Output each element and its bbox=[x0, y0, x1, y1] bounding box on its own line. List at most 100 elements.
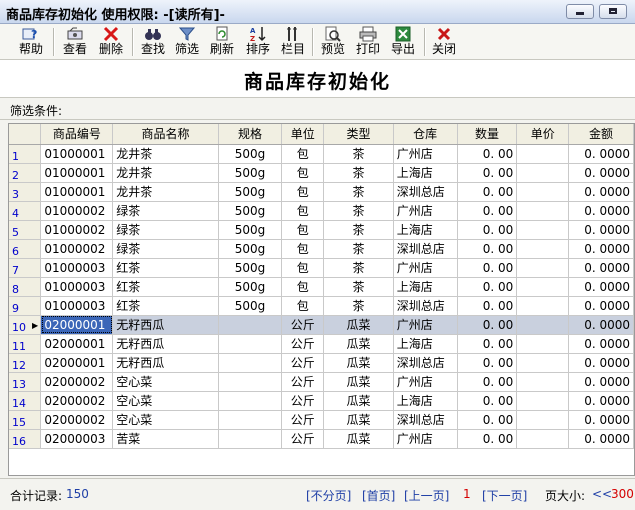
cell-code[interactable]: 01000001 bbox=[40, 182, 114, 202]
cell-store[interactable]: 上海店 bbox=[393, 220, 458, 240]
row-number[interactable]: 11 bbox=[9, 334, 42, 354]
cell-qty[interactable]: 0. 00 bbox=[457, 220, 518, 240]
cell-name[interactable]: 红茶 bbox=[112, 296, 219, 316]
cell-spec[interactable] bbox=[218, 429, 283, 449]
cell-qty[interactable]: 0. 00 bbox=[457, 144, 518, 164]
cell-spec[interactable]: 500g bbox=[218, 239, 283, 259]
cell-code[interactable]: 02000003 bbox=[40, 429, 114, 449]
table-row[interactable]: 16 02000003 苦菜 公斤 瓜菜 广州店 0. 00 0. 0000 bbox=[9, 429, 634, 449]
cell-store[interactable]: 上海店 bbox=[393, 391, 458, 411]
cell-type[interactable]: 茶 bbox=[323, 277, 394, 297]
cell-qty[interactable]: 0. 00 bbox=[457, 315, 518, 335]
cell-amount[interactable]: 0. 0000 bbox=[568, 277, 634, 297]
cell-unit[interactable]: 公斤 bbox=[281, 391, 325, 411]
cell-amount[interactable]: 0. 0000 bbox=[568, 239, 634, 259]
cell-price[interactable] bbox=[516, 315, 570, 335]
cell-type[interactable]: 瓜菜 bbox=[323, 353, 394, 373]
cell-amount[interactable]: 0. 0000 bbox=[568, 144, 634, 164]
cell-amount[interactable]: 0. 0000 bbox=[568, 391, 634, 411]
column-header-price[interactable]: 单价 bbox=[516, 124, 570, 145]
cell-spec[interactable]: 500g bbox=[218, 163, 283, 183]
cell-store[interactable]: 上海店 bbox=[393, 334, 458, 354]
table-row[interactable]: 12 02000001 无籽西瓜 公斤 瓜菜 深圳总店 0. 00 0. 0000 bbox=[9, 353, 634, 373]
cell-qty[interactable]: 0. 00 bbox=[457, 182, 518, 202]
cell-name[interactable]: 龙井茶 bbox=[112, 182, 219, 202]
prev-page-link[interactable]: [上一页] bbox=[404, 487, 449, 504]
cell-name[interactable]: 空心菜 bbox=[112, 372, 219, 392]
cell-amount[interactable]: 0. 0000 bbox=[568, 372, 634, 392]
refresh-button[interactable]: 刷新 bbox=[206, 26, 238, 58]
cell-code[interactable]: 02000001 bbox=[40, 334, 114, 354]
table-row[interactable]: 4 01000002 绿茶 500g 包茶广州店 0. 00 0. 0000 bbox=[9, 201, 634, 221]
cell-code[interactable]: 01000002 bbox=[40, 201, 114, 221]
row-number[interactable]: 16 bbox=[9, 429, 42, 449]
table-row[interactable]: 2 01000001 龙井茶 500g 包茶上海店 0. 00 0. 0000 bbox=[9, 163, 634, 183]
cell-type[interactable]: 瓜菜 bbox=[323, 372, 394, 392]
sort-button[interactable]: AZ 排序 bbox=[242, 26, 274, 58]
find-button[interactable]: 查找 bbox=[137, 26, 169, 58]
cell-type[interactable]: 瓜菜 bbox=[323, 315, 394, 335]
column-header-qty[interactable]: 数量 bbox=[457, 124, 518, 145]
next-page-link[interactable]: [下一页] bbox=[482, 487, 527, 504]
cell-unit[interactable]: 公斤 bbox=[281, 334, 325, 354]
cell-amount[interactable]: 0. 0000 bbox=[568, 201, 634, 221]
cell-spec[interactable]: 500g bbox=[218, 201, 283, 221]
cell-unit[interactable]: 公斤 bbox=[281, 429, 325, 449]
column-header-amount[interactable]: 金额 bbox=[568, 124, 634, 145]
cell-qty[interactable]: 0. 00 bbox=[457, 277, 518, 297]
cell-name[interactable]: 无籽西瓜 bbox=[112, 334, 219, 354]
cell-spec[interactable] bbox=[218, 410, 283, 430]
cell-code[interactable]: 02000002 bbox=[40, 391, 114, 411]
table-row[interactable]: 8 01000003 红茶 500g 包茶上海店 0. 00 0. 0000 bbox=[9, 277, 634, 297]
cell-price[interactable] bbox=[516, 334, 570, 354]
maximize-button[interactable] bbox=[599, 4, 627, 19]
cell-spec[interactable] bbox=[218, 315, 283, 335]
columns-button[interactable]: 栏目 bbox=[277, 26, 309, 58]
column-header-unit[interactable]: 单位 bbox=[281, 124, 325, 145]
column-header-type[interactable]: 类型 bbox=[323, 124, 394, 145]
table-row[interactable]: 14 02000002 空心菜 公斤 瓜菜 上海店 0. 00 0. 0000 bbox=[9, 391, 634, 411]
row-number[interactable]: 3 bbox=[9, 182, 42, 202]
row-number[interactable]: 1 bbox=[9, 144, 42, 164]
cell-amount[interactable]: 0. 0000 bbox=[568, 429, 634, 449]
page-size-decrease[interactable]: << bbox=[592, 487, 612, 501]
cell-type[interactable]: 茶 bbox=[323, 163, 394, 183]
cell-amount[interactable]: 0. 0000 bbox=[568, 220, 634, 240]
cell-type[interactable]: 茶 bbox=[323, 220, 394, 240]
cell-name[interactable]: 无籽西瓜 bbox=[112, 353, 219, 373]
cell-name[interactable]: 红茶 bbox=[112, 277, 219, 297]
preview-button[interactable]: 预览 bbox=[317, 26, 349, 58]
cell-price[interactable] bbox=[516, 182, 570, 202]
cell-amount[interactable]: 0. 0000 bbox=[568, 163, 634, 183]
row-number[interactable]: 7 bbox=[9, 258, 42, 278]
cell-spec[interactable]: 500g bbox=[218, 182, 283, 202]
cell-spec[interactable] bbox=[218, 391, 283, 411]
cell-store[interactable]: 深圳总店 bbox=[393, 410, 458, 430]
column-header-spec[interactable]: 规格 bbox=[218, 124, 283, 145]
table-row[interactable]: 6 01000002 绿茶 500g 包茶深圳总店 0. 00 0. 0000 bbox=[9, 239, 634, 259]
delete-button[interactable]: 删除 bbox=[95, 26, 127, 58]
cell-code[interactable]: 02000002 bbox=[40, 372, 114, 392]
cell-spec[interactable] bbox=[218, 372, 283, 392]
cell-price[interactable] bbox=[516, 258, 570, 278]
first-page-link[interactable]: [首页] bbox=[362, 487, 395, 504]
cell-unit[interactable]: 包 bbox=[281, 182, 325, 202]
minimize-button[interactable] bbox=[566, 4, 594, 19]
no-paging-link[interactable]: [不分页] bbox=[306, 487, 351, 504]
cell-name[interactable]: 绿茶 bbox=[112, 239, 219, 259]
table-row[interactable]: 7 01000003 红茶 500g 包茶广州店 0. 00 0. 0000 bbox=[9, 258, 634, 278]
cell-spec[interactable] bbox=[218, 353, 283, 373]
column-header-store[interactable]: 仓库 bbox=[393, 124, 458, 145]
cell-type[interactable]: 瓜菜 bbox=[323, 429, 394, 449]
cell-amount[interactable]: 0. 0000 bbox=[568, 334, 634, 354]
cell-price[interactable] bbox=[516, 410, 570, 430]
cell-store[interactable]: 广州店 bbox=[393, 315, 458, 335]
cell-price[interactable] bbox=[516, 296, 570, 316]
cell-store[interactable]: 深圳总店 bbox=[393, 353, 458, 373]
cell-unit[interactable]: 包 bbox=[281, 220, 325, 240]
cell-qty[interactable]: 0. 00 bbox=[457, 334, 518, 354]
cell-unit[interactable]: 包 bbox=[281, 277, 325, 297]
cell-spec[interactable]: 500g bbox=[218, 258, 283, 278]
table-row[interactable]: 13 02000002 空心菜 公斤 瓜菜 广州店 0. 00 0. 0000 bbox=[9, 372, 634, 392]
row-number[interactable]: 4 bbox=[9, 201, 42, 221]
